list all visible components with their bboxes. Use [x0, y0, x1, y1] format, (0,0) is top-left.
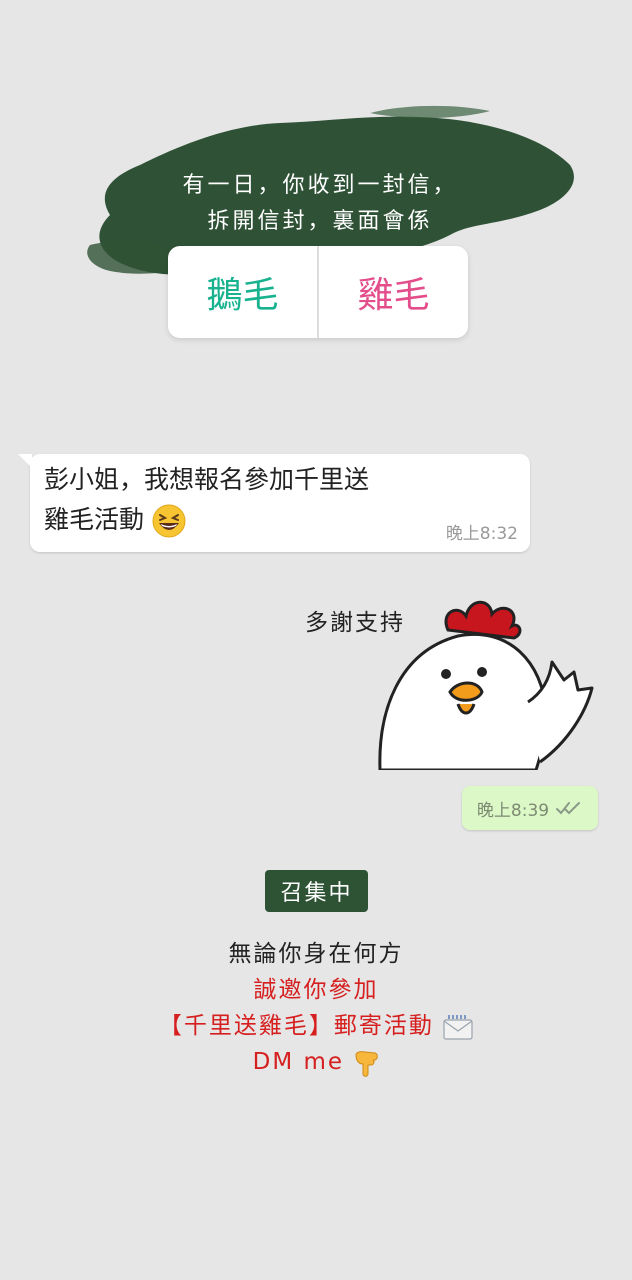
- promo-line-4: DM me: [252, 1049, 345, 1075]
- promo-text-block: 無論你身在何方 誠邀你參加 【千里送雞毛】郵寄活動 DM me: [0, 936, 632, 1080]
- double-check-icon: [556, 802, 581, 815]
- recruiting-badge: 召集中: [265, 870, 368, 912]
- promo-line-4-wrap: DM me: [0, 1044, 632, 1080]
- story-line-2: 拆開信封，裏面會係: [207, 209, 433, 234]
- message-timestamp: 晚上8:32: [445, 524, 518, 544]
- message-line-1: 彭小姐，我想報名參加千里送: [44, 465, 370, 494]
- story-question-text: 有一日，你收到一封信， 拆開信封，裏面會係: [140, 168, 500, 240]
- promo-line-1: 無論你身在何方: [228, 941, 404, 967]
- poll-widget: 鵝毛 雞毛: [168, 246, 468, 338]
- promo-line-3-wrap: 【千里送雞毛】郵寄活動: [0, 1008, 632, 1044]
- promo-line-2: 誠邀你參加: [253, 977, 379, 1003]
- pointing-down-emoji: [355, 1050, 379, 1077]
- envelope-emoji: [443, 1014, 473, 1040]
- message-line-2-wrap: 雞毛活動: [44, 500, 514, 540]
- outgoing-message-bubble[interactable]: 晚上8:39: [462, 786, 598, 830]
- waving-chicken-sticker[interactable]: [378, 592, 600, 770]
- grinning-squinting-face-emoji: [152, 504, 186, 538]
- poll-option-chicken-feather[interactable]: 雞毛: [319, 246, 468, 338]
- incoming-message-bubble[interactable]: 彭小姐，我想報名參加千里送 雞毛活動 晚上8:32: [18, 454, 530, 552]
- bubble-tail: [18, 454, 32, 468]
- poll-option-goose-feather[interactable]: 鵝毛: [168, 246, 317, 338]
- message-text: 彭小姐，我想報名參加千里送 雞毛活動: [44, 460, 514, 540]
- message-line-2: 雞毛活動: [44, 505, 145, 534]
- story-line-1: 有一日，你收到一封信，: [182, 173, 458, 198]
- promo-line-3: 【千里送雞毛】郵寄活動: [158, 1013, 434, 1039]
- outgoing-timestamp: 晚上8:39: [476, 800, 550, 821]
